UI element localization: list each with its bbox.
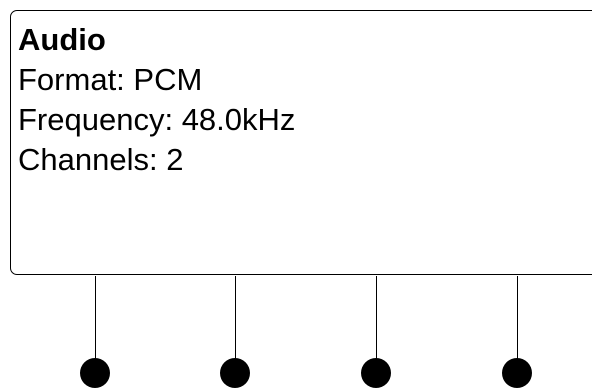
- panel-title: Audio: [18, 22, 106, 57]
- connector-pin-1: [80, 358, 110, 388]
- connector-line-4: [517, 276, 518, 370]
- connector-line-1: [95, 276, 96, 370]
- format-line: Format: PCM: [18, 62, 203, 97]
- audio-info-text: Audio Format: PCM Frequency: 48.0kHz Cha…: [18, 20, 295, 180]
- connector-line-3: [376, 276, 377, 370]
- frequency-line: Frequency: 48.0kHz: [18, 102, 296, 137]
- connector-line-2: [235, 276, 236, 370]
- channels-line: Channels: 2: [18, 142, 184, 177]
- connector-pin-2: [220, 358, 250, 388]
- connector-pin-3: [361, 358, 391, 388]
- connector-pin-4: [502, 358, 532, 388]
